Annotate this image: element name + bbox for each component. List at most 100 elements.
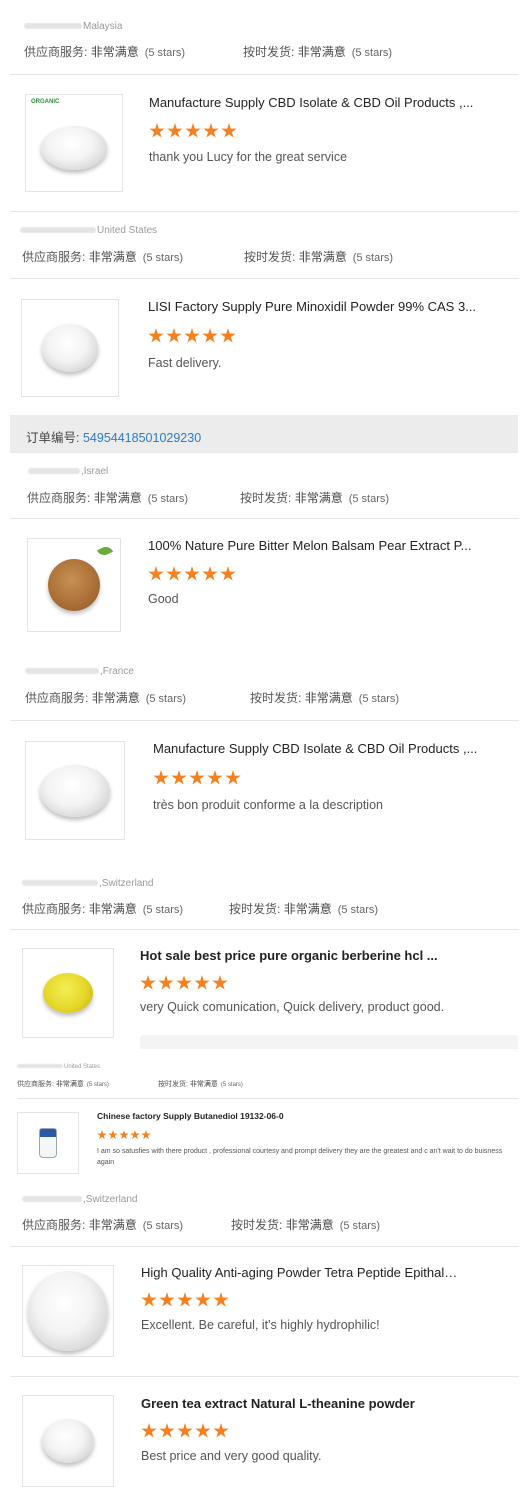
review-comment: thank you Lucy for the great service bbox=[149, 150, 348, 164]
divider bbox=[10, 518, 519, 519]
product-title[interactable]: LISI Factory Supply Pure Minoxidil Powde… bbox=[148, 299, 493, 314]
order-label: 订单编号: bbox=[26, 431, 80, 445]
star-icon bbox=[158, 975, 174, 990]
product-title[interactable]: 100% Nature Pure Bitter Melon Balsam Pea… bbox=[148, 538, 478, 553]
reviewer-location: United States bbox=[17, 1064, 100, 1070]
product-thumbnail[interactable] bbox=[22, 1395, 114, 1487]
star-rating bbox=[148, 328, 236, 344]
star-icon bbox=[159, 1292, 175, 1307]
powder-image bbox=[28, 1271, 108, 1351]
star-icon bbox=[153, 770, 169, 785]
product-thumbnail[interactable] bbox=[22, 948, 114, 1038]
rating-summary: 供应商服务: 非常满意 (5 stars) 按时发货: 非常满意 (5 stars) bbox=[22, 1218, 381, 1232]
powder-image bbox=[42, 324, 98, 372]
powder-image bbox=[41, 126, 107, 170]
star-icon bbox=[140, 975, 156, 990]
reviewer-location: ,Switzerland bbox=[22, 878, 153, 889]
star-icon bbox=[184, 328, 200, 343]
order-number-link[interactable]: 54954418501029230 bbox=[83, 431, 201, 445]
star-icon bbox=[220, 566, 236, 581]
star-icon bbox=[225, 770, 241, 785]
star-icon bbox=[176, 975, 192, 990]
star-icon bbox=[220, 328, 236, 343]
review-comment: très bon produit conforme a la descripti… bbox=[153, 798, 383, 812]
star-icon bbox=[97, 1130, 107, 1140]
rating-summary: 供应商服务: 非常满意 (5 stars) 按时发货: 非常满意 (5 stars) bbox=[27, 491, 390, 505]
star-icon bbox=[189, 770, 205, 785]
star-icon bbox=[148, 566, 164, 581]
star-icon bbox=[203, 123, 219, 138]
star-icon bbox=[141, 1423, 157, 1438]
review-comment: Best price and very good quality. bbox=[141, 1449, 322, 1463]
product-thumbnail[interactable] bbox=[27, 538, 121, 632]
star-icon bbox=[207, 770, 223, 785]
star-icon bbox=[213, 1423, 229, 1438]
divider bbox=[10, 211, 519, 212]
divider bbox=[10, 1376, 519, 1377]
star-rating bbox=[148, 566, 236, 582]
star-icon bbox=[202, 566, 218, 581]
star-icon bbox=[185, 123, 201, 138]
powder-image bbox=[48, 559, 100, 611]
rating-summary: 供应商服务: 非常满意 (5 stars) 按时发货: 非常满意 (5 stars) bbox=[22, 250, 394, 264]
reviewer-location: ,Switzerland bbox=[22, 1194, 137, 1205]
powder-image bbox=[43, 973, 93, 1013]
star-icon bbox=[177, 1292, 193, 1307]
star-rating bbox=[149, 123, 237, 139]
star-icon bbox=[202, 328, 218, 343]
product-thumbnail[interactable] bbox=[25, 741, 125, 840]
star-icon bbox=[221, 123, 237, 138]
rating-summary: 供应商服务: 非常满意 (5 stars) 按时发货: 非常满意 (5 stars) bbox=[25, 691, 400, 705]
star-icon bbox=[166, 328, 182, 343]
reviewer-location: Malaysia bbox=[24, 21, 122, 32]
product-thumbnail[interactable]: ORGANIC bbox=[25, 94, 123, 192]
star-icon bbox=[213, 1292, 229, 1307]
product-title[interactable]: Manufacture Supply CBD Isolate & CBD Oil… bbox=[149, 95, 489, 110]
leaf-icon bbox=[96, 544, 114, 558]
divider bbox=[140, 1035, 518, 1049]
reviewer-location: United States bbox=[20, 225, 157, 236]
star-icon bbox=[166, 566, 182, 581]
star-icon bbox=[119, 1130, 129, 1140]
product-thumbnail[interactable] bbox=[22, 1265, 114, 1357]
product-thumbnail[interactable] bbox=[17, 1112, 79, 1174]
divider bbox=[17, 1098, 519, 1099]
divider bbox=[10, 74, 519, 75]
star-icon bbox=[195, 1423, 211, 1438]
star-rating bbox=[153, 770, 241, 786]
review-comment: very Quick comunication, Quick delivery,… bbox=[140, 1000, 445, 1014]
review-comment: Good bbox=[148, 592, 179, 606]
star-icon bbox=[148, 328, 164, 343]
divider bbox=[10, 929, 519, 930]
organic-logo: ORGANIC bbox=[31, 99, 60, 105]
product-title[interactable]: High Quality Anti-aging Powder Tetra Pep… bbox=[141, 1265, 461, 1280]
product-thumbnail[interactable] bbox=[21, 299, 119, 397]
star-icon bbox=[130, 1130, 140, 1140]
star-icon bbox=[149, 123, 165, 138]
star-icon bbox=[159, 1423, 175, 1438]
star-icon bbox=[141, 1292, 157, 1307]
star-rating bbox=[140, 975, 228, 991]
reviewer-location: ,Israel bbox=[28, 466, 108, 477]
reviewer-location: ,France bbox=[25, 666, 134, 677]
star-rating bbox=[97, 1130, 151, 1140]
rating-summary: 供应商服务: 非常满意 (5 stars) 按时发货: 非常满意 (5 stars) bbox=[17, 1081, 243, 1088]
powder-image bbox=[40, 764, 110, 817]
order-number-bar: 订单编号: 54954418501029230 bbox=[10, 415, 518, 453]
star-icon bbox=[194, 975, 210, 990]
divider bbox=[10, 720, 519, 721]
product-title[interactable]: Chinese factory Supply Butanediol 19132-… bbox=[97, 1111, 397, 1121]
review-comment: Fast delivery. bbox=[148, 356, 222, 370]
rating-summary: 供应商服务: 非常满意 (5 stars) 按时发货: 非常满意 (5 stars) bbox=[22, 902, 379, 916]
star-icon bbox=[108, 1130, 118, 1140]
divider bbox=[10, 1246, 519, 1247]
product-title[interactable]: Green tea extract Natural L-theanine pow… bbox=[141, 1396, 471, 1411]
star-icon bbox=[141, 1130, 151, 1140]
star-icon bbox=[177, 1423, 193, 1438]
star-icon bbox=[184, 566, 200, 581]
divider bbox=[10, 278, 519, 279]
product-title[interactable]: Hot sale best price pure organic berberi… bbox=[140, 948, 460, 963]
star-icon bbox=[212, 975, 228, 990]
powder-image bbox=[42, 1419, 94, 1463]
product-title[interactable]: Manufacture Supply CBD Isolate & CBD Oil… bbox=[153, 741, 493, 756]
